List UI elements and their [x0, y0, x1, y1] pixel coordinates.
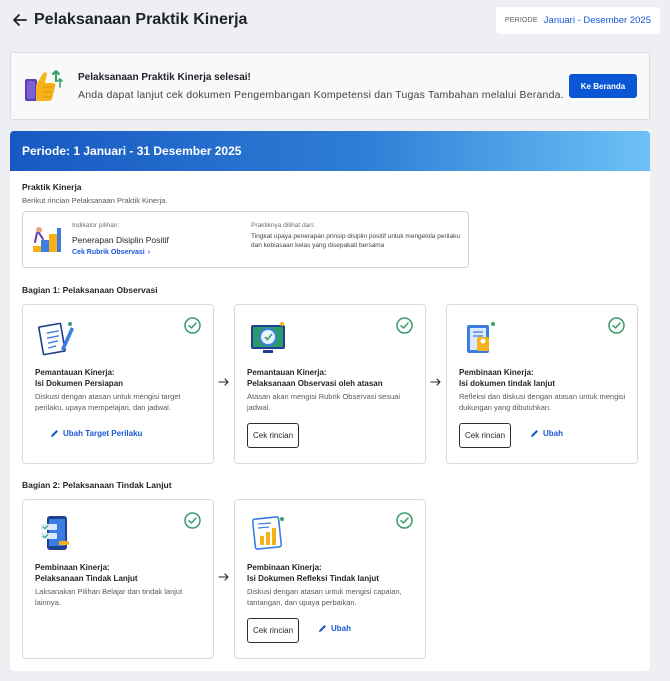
edit-target-link[interactable]: Ubah Target Perilaku	[50, 429, 142, 438]
seen-from-value: Tingkat upaya penerapan prinsip disiplin…	[251, 233, 460, 249]
step-title-line1: Pemantauan Kinerja:	[35, 368, 115, 377]
section-1-title: Bagian 1: Pelaksanaan Observasi	[22, 285, 158, 295]
step-card: Pembinaan Kinerja: Isi Dokumen Refleksi …	[234, 499, 426, 659]
step-title-line2: Pelaksanaan Tindak Lanjut	[35, 574, 138, 583]
step-title-line1: Pembinaan Kinerja:	[247, 563, 322, 572]
thumbs-up-icon	[25, 69, 63, 101]
rubric-link[interactable]: Cek Rubrik Observasi ›	[72, 249, 150, 256]
period-value: Januari - Desember 2025	[543, 15, 651, 26]
indicator-box: Indikator pilihan: Penerapan Disiplin Po…	[22, 211, 469, 268]
section-2-title: Bagian 2: Pelaksanaan Tindak Lanjut	[22, 480, 172, 490]
edit-link[interactable]: Ubah	[318, 624, 351, 633]
main-card: Periode: 1 Januari - 31 Desember 2025 Pr…	[10, 131, 650, 671]
step-title: Pembinaan Kinerja: Isi Dokumen Refleksi …	[247, 562, 417, 584]
step-description: Laksanakan Pilihan Belajar dan tindak la…	[35, 587, 183, 607]
check-details-button[interactable]: Cek rincian	[247, 423, 300, 448]
period-label: PERIODE	[504, 17, 538, 24]
indicator-label: Indikator pilihan:	[72, 222, 120, 229]
phone-checklist-icon	[41, 516, 69, 550]
document-pen-icon	[38, 322, 74, 356]
check-circle-icon	[396, 317, 413, 334]
step-title: Pemantauan Kinerja: Pelaksanaan Observas…	[247, 367, 417, 389]
pencil-icon	[51, 430, 58, 437]
step-title-line1: Pemantauan Kinerja:	[247, 368, 327, 377]
step-card: Pembinaan Kinerja: Pelaksanaan Tindak La…	[22, 499, 214, 659]
arrow-right-icon	[218, 378, 229, 386]
step-card: Pemantauan Kinerja: Pelaksanaan Observas…	[234, 304, 426, 464]
top-bar: Pelaksanaan Praktik Kinerja PERIODE Janu…	[0, 0, 670, 44]
indicator-value: Penerapan Disiplin Positif	[72, 235, 169, 245]
step-title-line1: Pembinaan Kinerja:	[459, 368, 534, 377]
arrow-left-icon[interactable]	[10, 10, 30, 30]
banner-subtitle: Anda dapat lanjut cek dokumen Pengembang…	[78, 89, 564, 101]
step-card: Pembinaan Kinerja: Isi dokumen tindak la…	[446, 304, 638, 464]
period-selector[interactable]: PERIODE Januari - Desember 2025	[495, 7, 660, 34]
edit-label: Ubah	[543, 429, 563, 438]
praktik-title: Praktik Kinerja	[22, 182, 82, 192]
step-title-line2: Pelaksanaan Observasi oleh atasan	[247, 379, 383, 388]
clipboard-person-icon	[467, 322, 495, 353]
period-header: Periode: 1 Januari - 31 Desember 2025	[10, 131, 650, 171]
step-title-line1: Pembinaan Kinerja:	[35, 563, 110, 572]
step-title-line2: Isi Dokumen Refleksi Tindak lanjut	[247, 574, 379, 583]
page-title: Pelaksanaan Praktik Kinerja	[34, 11, 248, 28]
edit-link[interactable]: Ubah	[530, 429, 563, 438]
step-title: Pemantauan Kinerja: Isi Dokumen Persiapa…	[35, 367, 205, 389]
edit-label: Ubah	[331, 624, 351, 633]
step-description: Refleksi dan diskusi dengan atasan untuk…	[459, 392, 626, 412]
home-button[interactable]: Ke Beranda	[569, 74, 637, 98]
step-description: Diskusi dengan atasan untuk mengisi targ…	[35, 392, 181, 412]
step-title: Pembinaan Kinerja: Isi dokumen tindak la…	[459, 367, 629, 389]
check-circle-icon	[184, 512, 201, 529]
seen-from-label: Praktiknya dilihat dari:	[251, 222, 315, 229]
success-banner: Pelaksanaan Praktik Kinerja selesai! And…	[10, 52, 650, 120]
pencil-icon	[319, 625, 326, 632]
check-details-button[interactable]: Cek rincian	[459, 423, 512, 448]
check-circle-icon	[396, 512, 413, 529]
stairs-illustration-icon	[33, 227, 61, 252]
edit-target-label: Ubah Target Perilaku	[63, 429, 143, 438]
step-title-line2: Isi dokumen tindak lanjut	[459, 379, 556, 388]
check-circle-icon	[184, 317, 201, 334]
monitor-magnifier-icon	[251, 322, 285, 353]
check-details-button[interactable]: Cek rincian	[247, 618, 300, 643]
rubric-link-label: Cek Rubrik Observasi	[72, 249, 145, 256]
arrow-right-icon	[430, 378, 441, 386]
pencil-icon	[531, 430, 538, 437]
step-description: Diskusi dengan atasan untuk mengisi capa…	[247, 587, 402, 607]
report-chart-icon	[251, 516, 284, 550]
step-title: Pembinaan Kinerja: Pelaksanaan Tindak La…	[35, 562, 205, 584]
check-circle-icon	[608, 317, 625, 334]
step-description: Atasan akan mengisi Rubrik Observasi ses…	[247, 392, 400, 412]
banner-title: Pelaksanaan Praktik Kinerja selesai!	[78, 72, 251, 83]
praktik-subtitle: Berikut rincian Pelaksanaan Praktik Kine…	[22, 196, 168, 205]
step-title-line2: Isi Dokumen Persiapan	[35, 379, 124, 388]
chevron-right-icon: ›	[147, 249, 151, 256]
arrow-right-icon	[218, 573, 229, 581]
step-card: Pemantauan Kinerja: Isi Dokumen Persiapa…	[22, 304, 214, 464]
